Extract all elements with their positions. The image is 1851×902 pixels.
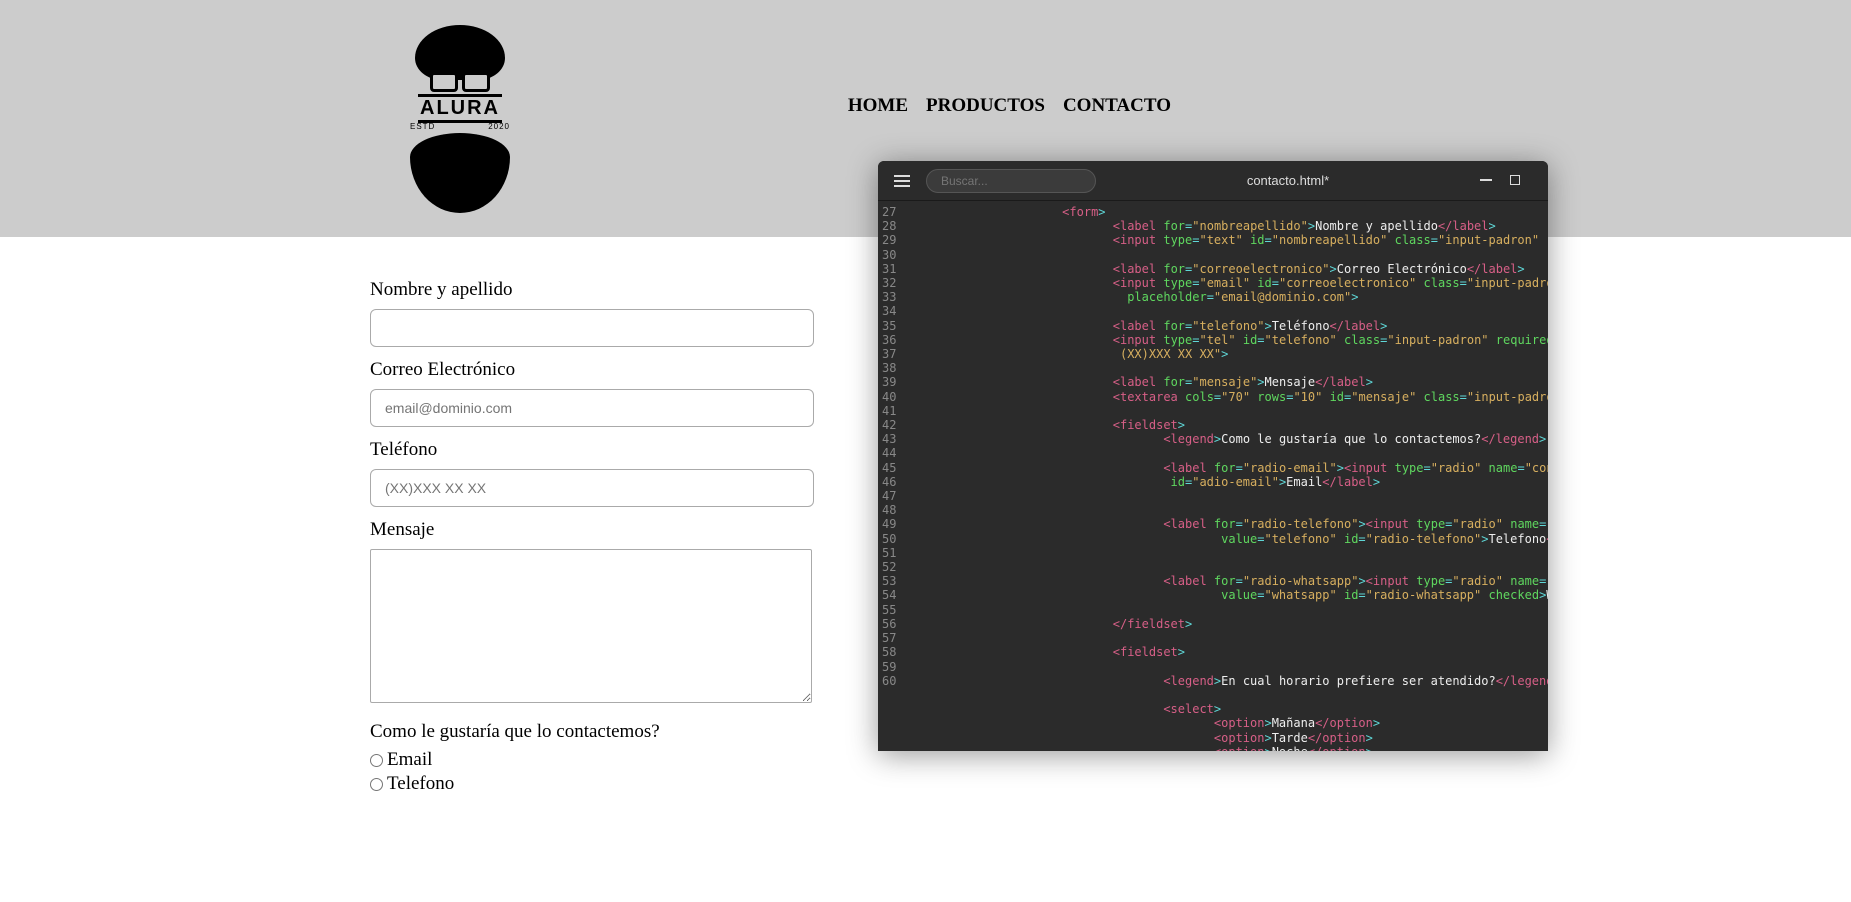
contact-form: Nombre y apellido Correo Electrónico Tel… (0, 237, 820, 795)
editor-body[interactable]: 27 28 29 30 31 32 33 34 35 36 37 38 39 4… (878, 201, 1548, 751)
mensaje-label: Mensaje (370, 519, 820, 541)
mensaje-textarea[interactable] (370, 549, 812, 703)
logo: ALURA ESTD 2020 (370, 19, 550, 219)
telefono-input[interactable] (370, 469, 814, 507)
main-nav: HOME PRODUCTOS CONTACTO (848, 95, 1171, 117)
radio-telefono[interactable] (370, 778, 383, 791)
line-gutter: 27 28 29 30 31 32 33 34 35 36 37 38 39 4… (878, 201, 904, 751)
radio-telefono-label: Telefono (387, 773, 454, 795)
telefono-label: Teléfono (370, 439, 820, 461)
logo-glasses-icon (430, 72, 490, 92)
code-editor-window: contacto.html* 27 28 29 30 31 32 33 34 3… (878, 161, 1548, 751)
logo-brand: ALURA (418, 94, 502, 123)
radio-email-label: Email (387, 749, 432, 771)
code-content[interactable]: <form> <label for="nombreapellido">Nombr… (904, 201, 1548, 751)
logo-estd: ESTD (410, 122, 435, 131)
contact-legend: Como le gustaría que lo contactemos? (370, 721, 820, 743)
minimize-icon[interactable] (1480, 173, 1492, 188)
nombre-label: Nombre y apellido (370, 279, 820, 301)
nombre-input[interactable] (370, 309, 814, 347)
editor-search-input[interactable] (926, 169, 1096, 193)
editor-titlebar[interactable]: contacto.html* (878, 161, 1548, 201)
radio-email[interactable] (370, 754, 383, 767)
nav-productos[interactable]: PRODUCTOS (926, 95, 1045, 117)
nav-contacto[interactable]: CONTACTO (1063, 95, 1171, 117)
window-controls (1480, 173, 1538, 188)
logo-beard-icon (410, 133, 510, 213)
maximize-icon[interactable] (1510, 173, 1520, 188)
logo-subtext: ESTD 2020 (410, 122, 510, 131)
correo-label: Correo Electrónico (370, 359, 820, 381)
correo-input[interactable] (370, 389, 814, 427)
logo-year: 2020 (488, 122, 510, 131)
nav-home[interactable]: HOME (848, 95, 908, 117)
hamburger-icon[interactable] (888, 169, 916, 193)
editor-title: contacto.html* (1096, 173, 1480, 188)
